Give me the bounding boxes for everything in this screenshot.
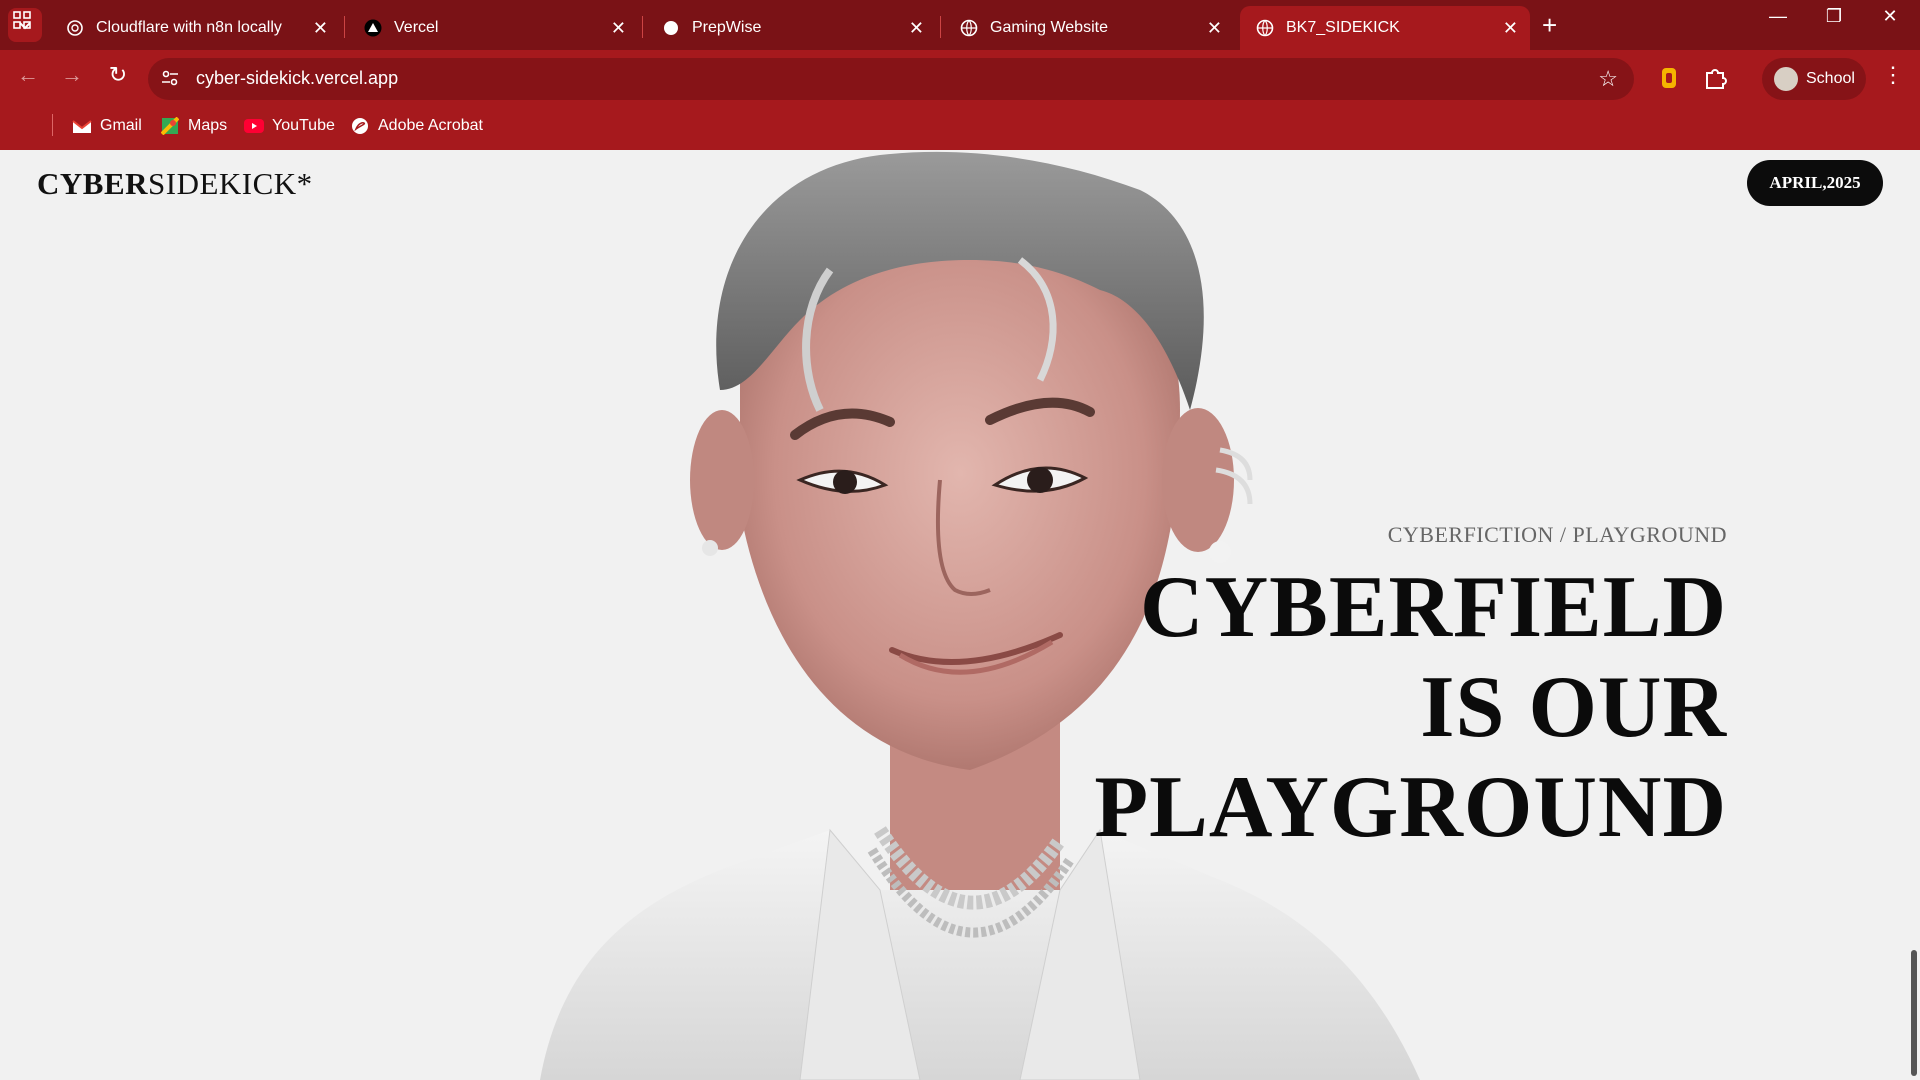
- date-badge[interactable]: APRIL,2025: [1747, 160, 1883, 206]
- toolbar: ← → ↻ cyber-sidekick.vercel.app ☆ School…: [0, 50, 1920, 106]
- tab-vercel[interactable]: Vercel ✕: [348, 6, 638, 50]
- acrobat-icon: [350, 116, 370, 136]
- new-tab-button[interactable]: +: [1542, 10, 1557, 41]
- tab-bk7-sidekick[interactable]: BK7_SIDEKICK ✕: [1240, 6, 1530, 50]
- tab-separator: [940, 16, 941, 38]
- page-scrollbar[interactable]: [1908, 150, 1920, 1080]
- close-tab-icon[interactable]: ✕: [611, 18, 626, 39]
- tab-title: PrepWise: [692, 19, 762, 36]
- bookmark-label: YouTube: [272, 117, 335, 134]
- browser-menu-icon[interactable]: ⋮: [1882, 62, 1904, 88]
- bookmark-label: Gmail: [100, 117, 142, 134]
- globe-icon: [960, 19, 978, 37]
- hero-title-line: IS OUR: [1420, 659, 1727, 756]
- restore-icon[interactable]: ❐: [1814, 6, 1854, 27]
- close-tab-icon[interactable]: ✕: [313, 18, 328, 39]
- tab-separator: [642, 16, 643, 38]
- reload-button[interactable]: ↻: [102, 62, 134, 88]
- tab-prepwise[interactable]: PrepWise ✕: [646, 6, 936, 50]
- close-tab-icon[interactable]: ✕: [909, 18, 924, 39]
- site-info-icon[interactable]: [160, 68, 182, 90]
- close-tab-icon[interactable]: ✕: [1503, 18, 1518, 39]
- prepwise-icon: [662, 19, 680, 37]
- tab-title: Cloudflare with n8n locally: [96, 19, 282, 36]
- hero-subtitle: CYBERFICTION / PLAYGROUND: [1387, 522, 1727, 547]
- back-button[interactable]: ←: [12, 62, 44, 88]
- bookmark-label: Maps: [188, 117, 228, 134]
- profile-button[interactable]: School: [1762, 58, 1866, 100]
- close-window-icon[interactable]: ✕: [1870, 6, 1910, 27]
- apps-grid-icon: [12, 10, 32, 30]
- logo-thin-text: SIDEKICK*: [148, 166, 313, 201]
- bookmark-label: Adobe Acrobat: [378, 117, 483, 134]
- tab-cloudflare[interactable]: Cloudflare with n8n locally ✕: [50, 6, 340, 50]
- hero-title: CYBERFIELD IS OUR PLAYGROUND: [1094, 558, 1727, 858]
- youtube-icon: [244, 116, 264, 136]
- page-content: CYBERSIDEKICK* APRIL,2025 CYBERFICTION /…: [0, 150, 1920, 1080]
- bookmark-gmail[interactable]: Gmail: [72, 116, 142, 136]
- bookmark-star-icon[interactable]: ☆: [1598, 66, 1618, 92]
- avatar: [1774, 67, 1798, 91]
- tab-title: Gaming Website: [990, 19, 1108, 36]
- tab-separator: [344, 16, 345, 38]
- apps-button[interactable]: [12, 10, 40, 30]
- bookmark-youtube[interactable]: YouTube: [244, 116, 335, 136]
- maps-icon: [160, 116, 180, 136]
- hero-title-line: CYBERFIELD: [1140, 559, 1727, 656]
- tab-title: BK7_SIDEKICK: [1286, 19, 1400, 36]
- globe-icon: [1256, 19, 1274, 37]
- vercel-icon: [364, 19, 382, 37]
- bookmarks-bar: Gmail Maps YouTube Adobe Acrobat: [0, 106, 1920, 150]
- address-bar[interactable]: cyber-sidekick.vercel.app ☆: [148, 58, 1634, 100]
- site-logo[interactable]: CYBERSIDEKICK*: [37, 166, 313, 202]
- tab-strip: Cloudflare with n8n locally ✕ Vercel ✕ P…: [0, 0, 1920, 50]
- close-tab-icon[interactable]: ✕: [1207, 18, 1222, 39]
- minimize-icon[interactable]: —: [1758, 6, 1798, 27]
- logo-bold-text: CYBER: [37, 166, 149, 201]
- bookmark-adobe-acrobat[interactable]: Adobe Acrobat: [350, 116, 483, 136]
- tab-title: Vercel: [394, 19, 439, 36]
- bookmark-maps[interactable]: Maps: [160, 116, 227, 136]
- url-text: cyber-sidekick.vercel.app: [196, 68, 399, 88]
- extension-icon[interactable]: [1656, 65, 1682, 91]
- hero-title-line: PLAYGROUND: [1094, 759, 1727, 856]
- extensions-puzzle-icon[interactable]: [1702, 65, 1728, 91]
- gmail-icon: [72, 116, 92, 136]
- forward-button[interactable]: →: [56, 62, 88, 88]
- scrollbar-thumb[interactable]: [1911, 950, 1917, 1076]
- profile-label: School: [1806, 70, 1855, 87]
- tab-gaming-website[interactable]: Gaming Website ✕: [944, 6, 1234, 50]
- openai-icon: [66, 19, 84, 37]
